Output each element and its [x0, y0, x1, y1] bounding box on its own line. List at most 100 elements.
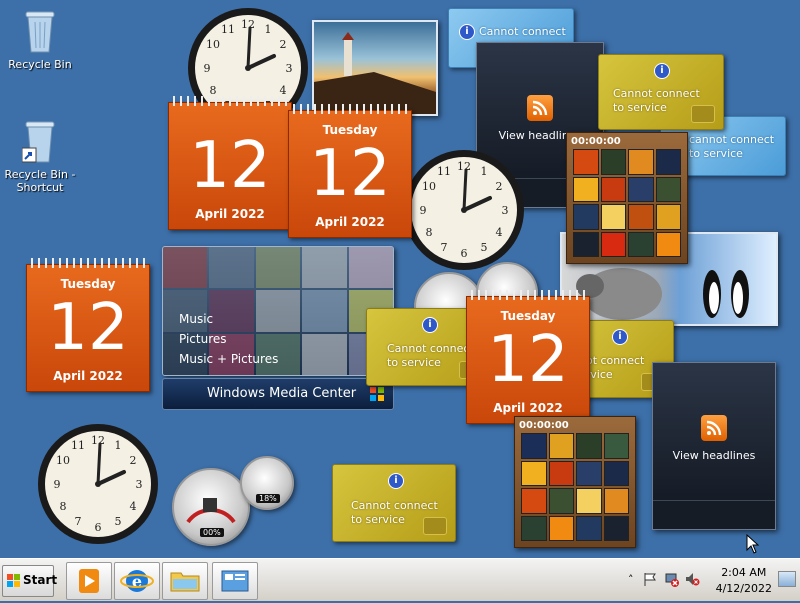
- internet-explorer-icon: e: [120, 570, 154, 592]
- svg-text:6: 6: [95, 521, 102, 534]
- media-menu-item-music-pictures[interactable]: Music + Pictures: [179, 349, 278, 369]
- svg-text:3: 3: [502, 204, 509, 217]
- calendar-weekday: Tuesday: [60, 277, 116, 291]
- memory-meter[interactable]: 18%: [240, 456, 294, 510]
- media-center-brand: Windows Media Center: [207, 386, 357, 401]
- windows-flag-icon: [7, 574, 20, 587]
- svg-text:8: 8: [60, 500, 67, 513]
- desktop-icon-recycle-bin-shortcut[interactable]: Recycle Bin - Shortcut: [0, 118, 80, 194]
- desktop-icon-label: Recycle Bin: [8, 58, 72, 71]
- taskbar-explorer-button[interactable]: [162, 562, 208, 600]
- media-center-gadget[interactable]: Music Pictures Music + Pictures: [162, 246, 394, 376]
- svg-text:7: 7: [441, 241, 448, 254]
- media-center-bar[interactable]: Windows Media Center: [162, 378, 394, 410]
- calendar-rings: [471, 290, 585, 300]
- recycle-bin-icon: [25, 11, 55, 53]
- svg-text:11: 11: [71, 439, 85, 452]
- svg-text:1: 1: [265, 23, 272, 36]
- calendar-gadget[interactable]: 12 April 2022: [168, 96, 292, 230]
- picture-puzzle-gadget[interactable]: 00:00:00: [566, 132, 688, 264]
- desktop-icon-label: Recycle Bin - Shortcut: [4, 168, 76, 194]
- recycle-bin-shortcut-icon: [22, 121, 55, 163]
- server-manager-icon: [221, 570, 249, 592]
- slideshow-photo-lighthouse[interactable]: [312, 20, 438, 116]
- clock-gadget[interactable]: 12 12 3 45678 9 1011: [402, 148, 526, 272]
- svg-text:4: 4: [496, 226, 503, 239]
- calendar-rings: [173, 96, 287, 106]
- info-icon: i: [654, 63, 670, 79]
- weather-message: Cannot connect: [351, 499, 438, 512]
- svg-text:2: 2: [280, 38, 287, 51]
- taskbar-media-player-button[interactable]: [66, 562, 112, 600]
- view-headlines-link[interactable]: View headlines: [653, 449, 775, 462]
- calendar-gadget[interactable]: Tuesday 12 April 2022: [466, 290, 590, 424]
- lighthouse-image: [314, 32, 436, 114]
- svg-text:7: 7: [75, 515, 82, 528]
- weather-message: Cannot connect: [613, 87, 700, 100]
- puzzle-timer: 00:00:00: [571, 136, 621, 147]
- svg-text:9: 9: [204, 62, 211, 75]
- svg-text:11: 11: [221, 23, 235, 36]
- weather-message: Cannot connect: [387, 342, 474, 355]
- calendar-day: 12: [47, 291, 129, 365]
- weather-message-2: to service: [387, 356, 441, 369]
- media-menu-item-pictures[interactable]: Pictures: [179, 329, 278, 349]
- svg-text:10: 10: [56, 454, 70, 467]
- calendar-day: 12: [189, 129, 271, 203]
- puzzle-grid[interactable]: [521, 433, 629, 541]
- calendar-month: April 2022: [195, 207, 265, 221]
- desktop-icon-recycle-bin[interactable]: Recycle Bin: [0, 8, 80, 71]
- system-tray: ˄ 2:04 AM 4/12/2022: [620, 559, 800, 601]
- puzzle-timer: 00:00:00: [519, 420, 569, 431]
- show-desktop-button[interactable]: [778, 571, 796, 587]
- network-disconnected-icon[interactable]: [664, 571, 680, 587]
- info-icon: i: [459, 24, 475, 40]
- taskbar-internet-explorer-button[interactable]: e: [114, 562, 160, 600]
- info-icon: i: [388, 473, 404, 489]
- weather-card-icon: [691, 105, 715, 123]
- weather-message-2: to service: [613, 101, 667, 114]
- svg-text:11: 11: [437, 165, 451, 178]
- weather-message-2: to service: [351, 513, 405, 526]
- rss-icon: [701, 415, 727, 441]
- puzzle-grid[interactable]: [573, 149, 681, 257]
- calendar-weekday: Tuesday: [500, 309, 556, 323]
- picture-puzzle-gadget[interactable]: 00:00:00: [514, 416, 636, 548]
- start-button[interactable]: Start: [2, 565, 57, 597]
- svg-text:9: 9: [420, 204, 427, 217]
- clock-date: 4/12/2022: [715, 582, 772, 595]
- svg-text:5: 5: [115, 515, 122, 528]
- calendar-month: April 2022: [315, 215, 385, 229]
- volume-muted-icon[interactable]: [684, 571, 700, 587]
- folder-icon: [170, 572, 200, 592]
- info-icon: i: [422, 317, 438, 333]
- desktop: Recycle Bin Recycle Bin - Shortcut i Can…: [0, 0, 800, 558]
- weather-card-icon: [423, 517, 447, 535]
- svg-text:5: 5: [481, 241, 488, 254]
- calendar-gadget[interactable]: Tuesday 12 April 2022: [288, 104, 412, 238]
- cpu-meter-main[interactable]: 00%: [172, 468, 250, 546]
- feed-headlines-gadget[interactable]: View headlines: [652, 362, 776, 530]
- mouse-cursor-icon: [746, 534, 760, 554]
- action-center-flag-icon[interactable]: [642, 571, 658, 587]
- tray-expand-icon[interactable]: ˄: [628, 573, 634, 586]
- taskbar-clock[interactable]: 2:04 AM 4/12/2022: [716, 565, 772, 597]
- weather-gadget[interactable]: i Cannot connect to service: [332, 464, 456, 542]
- media-player-icon: [79, 569, 99, 593]
- weather-message: Cannot connect: [479, 25, 566, 38]
- calendar-month: April 2022: [53, 369, 123, 383]
- weather-gadget[interactable]: i Cannot connect to service: [598, 54, 724, 130]
- clock-gadget[interactable]: 12 12 3 45678 9 1011: [36, 422, 160, 546]
- rss-icon: [527, 95, 553, 121]
- calendar-day: 12: [487, 323, 569, 397]
- svg-text:12: 12: [241, 18, 255, 31]
- info-icon: i: [612, 329, 628, 345]
- calendar-rings: [31, 258, 145, 268]
- calendar-gadget[interactable]: Tuesday 12 April 2022: [26, 258, 150, 392]
- windows-logo-icon: [370, 387, 384, 401]
- taskbar-server-manager-button[interactable]: [212, 562, 258, 600]
- weather-message-2: to service: [689, 147, 743, 160]
- taskbar: Start e ˄ 2:04 AM 4/12/2022: [0, 558, 800, 601]
- media-menu-item-music[interactable]: Music: [179, 309, 278, 329]
- calendar-month: April 2022: [493, 401, 563, 415]
